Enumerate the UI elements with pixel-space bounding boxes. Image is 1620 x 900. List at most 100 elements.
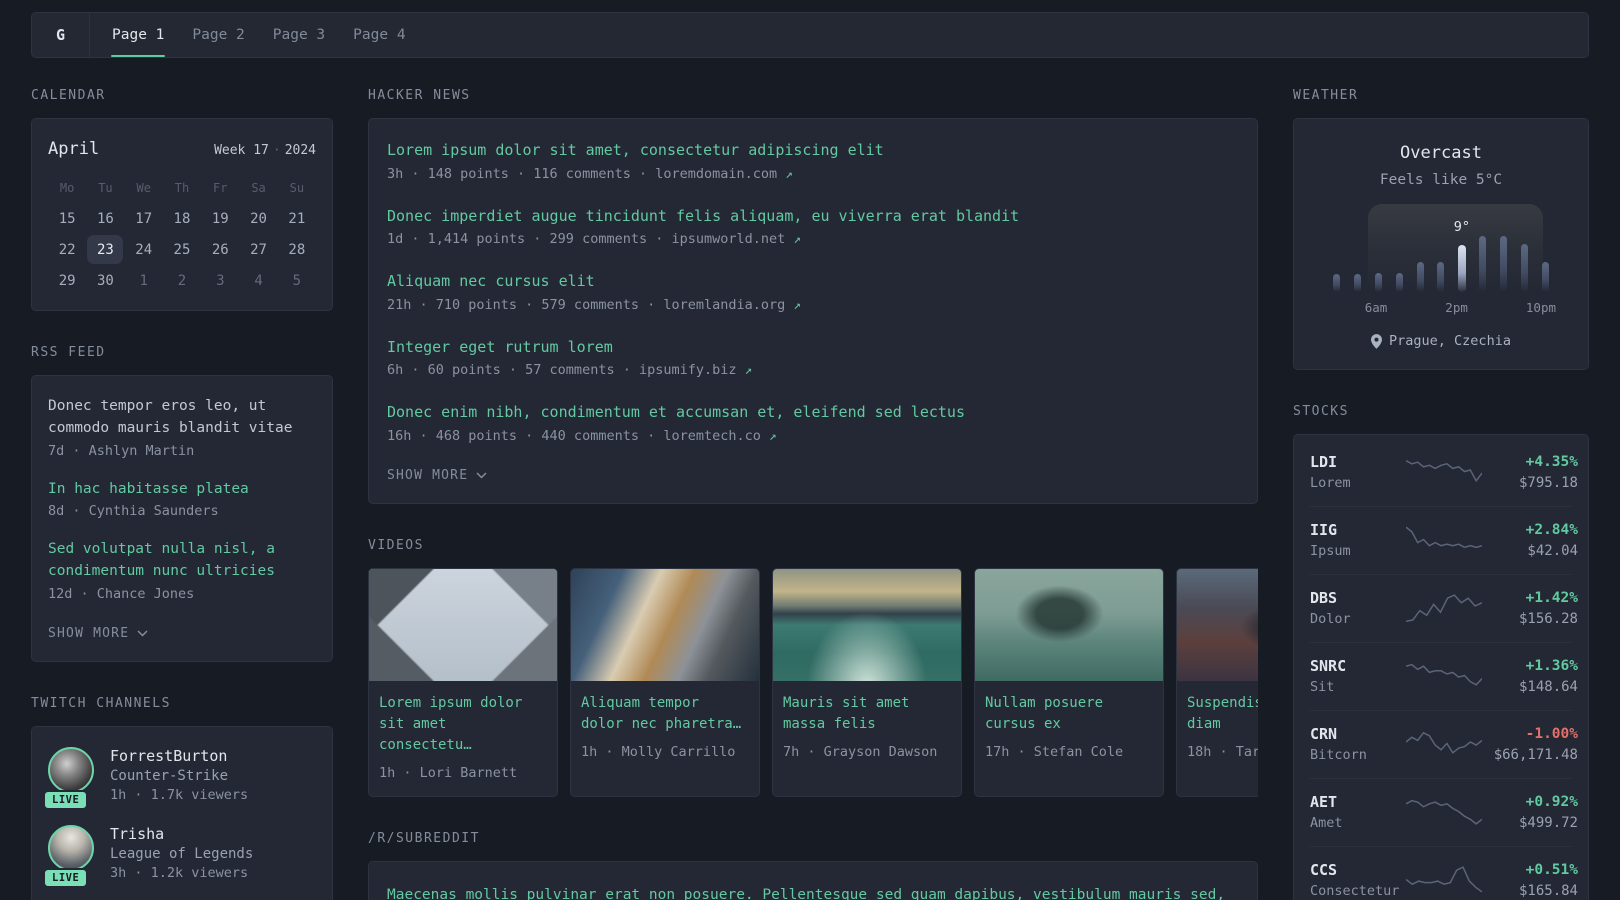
calendar-date: 23	[86, 234, 124, 265]
hn-item-stats: 21h · 710 points · 579 comments ·	[387, 296, 664, 313]
video-thumbnail	[369, 568, 557, 681]
video-card[interactable]: Nullam posuere cursus ex 17h · Stefan Col…	[974, 567, 1164, 797]
stock-row-snrc[interactable]: SNRC Sit +1.36% $148.64	[1310, 642, 1578, 710]
rss-item-title[interactable]: In hac habitasse platea	[48, 479, 316, 501]
video-card[interactable]: Suspendisse diam 18h · Tara	[1176, 567, 1258, 797]
video-meta: 1h · Molly Carrillo	[581, 743, 736, 760]
weather-temp-bar	[1395, 273, 1403, 292]
hn-item-title[interactable]: Lorem ipsum dolor sit amet, consectetur …	[387, 139, 1239, 162]
twitch-channel-meta: 3h · 1.2k viewers	[110, 864, 249, 881]
rss-item-title[interactable]: Sed volutpat nulla nisl, a condimentum n…	[48, 539, 316, 583]
weather-hour-label	[1426, 300, 1445, 315]
tab-label: Page 4	[353, 27, 406, 43]
stock-price: $165.84	[1518, 882, 1578, 899]
top-nav: G Page 1 Page 2 Page 3 Page 4	[31, 12, 1589, 58]
app-logo[interactable]: G	[32, 13, 90, 57]
sparkline-chart	[1406, 594, 1482, 623]
stock-price: $66,171.48	[1493, 746, 1578, 763]
stock-change: +2.84%	[1525, 521, 1578, 538]
page-tabs: Page 1 Page 2 Page 3 Page 4	[98, 13, 420, 57]
hacker-news-panel: Lorem ipsum dolor sit amet, consectetur …	[368, 118, 1258, 504]
stock-symbol: LDI	[1310, 453, 1338, 471]
calendar-date-number: 3	[216, 272, 225, 289]
calendar-date: 17	[125, 203, 163, 234]
rss-show-more-button[interactable]: SHOW MORE	[48, 626, 316, 641]
hn-item-domain-link[interactable]: loremtech.co	[663, 428, 769, 444]
calendar-date: 15	[48, 203, 86, 234]
stock-right: +0.51% $165.84	[1482, 862, 1578, 899]
hn-item-title[interactable]: Donec enim nibh, condimentum et accumsan…	[387, 401, 1239, 424]
twitch-channel-row[interactable]: LIVE ForrestBurton Counter-Strike 1h · 1.7k…	[43, 746, 316, 810]
weather-temp-bar	[1332, 274, 1340, 292]
stock-name: Consectetur	[1310, 883, 1400, 899]
video-card[interactable]: Mauris sit amet massa felis 7h · Grayson …	[772, 567, 962, 797]
rss-item-meta: 8d · Cynthia Saunders	[48, 503, 219, 520]
subreddit-post-title[interactable]: Maecenas mollis pulvinar erat non posuer…	[387, 882, 1239, 900]
stock-row-ldi[interactable]: LDI Lorem +4.35% $795.18	[1310, 439, 1578, 506]
hn-item-domain-link[interactable]: ipsumworld.net	[671, 231, 793, 247]
stock-row-dbs[interactable]: DBS Dolor +1.42% $156.28	[1310, 574, 1578, 642]
hn-item-title[interactable]: Integer eget rutrum lorem	[387, 336, 1239, 359]
stock-row-iig[interactable]: IIG Ipsum +2.84% $42.04	[1310, 506, 1578, 574]
video-card[interactable]: Lorem ipsum dolor sit amet consectetu… 1h…	[368, 567, 558, 797]
dashboard-root: G Page 1 Page 2 Page 3 Page 4 CALENDAR Apri…	[0, 0, 1620, 900]
calendar-header: April Week 17 · 2024	[48, 139, 316, 159]
tab-page-1[interactable]: Page 1	[98, 13, 178, 57]
stock-sparkline	[1406, 862, 1482, 898]
stock-name: Bitcorn	[1310, 747, 1367, 763]
hn-item-meta: 3h · 148 points · 116 comments · loremdo…	[387, 166, 1239, 182]
stock-row-crn[interactable]: CRN Bitcorn -1.00% $66,171.48	[1310, 710, 1578, 778]
columns: CALENDAR April Week 17 · 2024 Mo Tu We Th Fr Sa…	[0, 58, 1620, 900]
stock-change: +0.51%	[1525, 861, 1578, 878]
tab-page-2[interactable]: Page 2	[178, 13, 258, 57]
current-temp-label: 9°	[1453, 219, 1471, 235]
tab-page-3[interactable]: Page 3	[259, 13, 339, 57]
calendar-date: 30	[86, 265, 124, 296]
calendar-date: 27	[239, 234, 277, 265]
hn-item-domain-link[interactable]: ipsumify.biz	[639, 362, 745, 378]
tab-page-4[interactable]: Page 4	[339, 13, 419, 57]
calendar-day-header: Su	[289, 181, 305, 195]
hn-item-title[interactable]: Donec imperdiet augue tincidunt felis al…	[387, 205, 1239, 228]
weather-hour-label	[1345, 300, 1364, 315]
weather-feels-like: Feels like 5°C	[1379, 172, 1503, 188]
external-link-icon: ↗	[769, 427, 777, 443]
calendar-date: 2	[163, 265, 201, 296]
show-more-label: SHOW MORE	[387, 467, 469, 483]
video-title: Aliquam tempor dolor nec pharetra…	[581, 694, 742, 732]
hn-item-title[interactable]: Aliquam nec cursus elit	[387, 270, 1239, 293]
weather-widget-title: WEATHER	[1293, 88, 1359, 103]
twitch-channel-row[interactable]: LIVE Trisha League of Legends 3h · 1.2k vie…	[43, 824, 316, 888]
calendar-date-number: 23	[87, 235, 124, 264]
hn-item-domain-link[interactable]: loremlandia.org	[663, 297, 793, 313]
subreddit-panel: Maecenas mollis pulvinar erat non posuer…	[368, 860, 1258, 900]
hacker-news-widget-title: HACKER NEWS	[368, 88, 471, 103]
hn-item-stats: 1d · 1,414 points · 299 comments ·	[387, 231, 672, 247]
hn-item-meta: 21h · 710 points · 579 comments · loreml…	[387, 297, 1239, 313]
stock-name: Lorem	[1310, 475, 1351, 491]
video-card-row: Lorem ipsum dolor sit amet consectetu… 1h…	[368, 567, 1258, 797]
video-title: Nullam posuere cursus ex	[985, 694, 1104, 732]
video-card[interactable]: Aliquam tempor dolor nec pharetra… 1h · M…	[570, 567, 760, 797]
weather-bar-cell	[1535, 204, 1556, 292]
twitch-channel-name: ForrestBurton	[110, 746, 228, 765]
hacker-news-show-more-button[interactable]: SHOW MORE	[387, 468, 1239, 483]
video-thumbnail	[1177, 568, 1258, 681]
hn-item-meta: 16h · 468 points · 440 comments · loremt…	[387, 428, 1239, 444]
calendar-date-number: 22	[58, 241, 76, 258]
rss-item-title[interactable]: Donec tempor eros leo, ut commodo mauris…	[48, 396, 316, 440]
hn-item-stats: 3h · 148 points · 116 comments ·	[387, 165, 656, 182]
weather-bar-cell	[1431, 204, 1452, 292]
rss-item: Sed volutpat nulla nisl, a condimentum n…	[48, 539, 316, 602]
calendar-month: April	[48, 139, 100, 159]
stock-row-ccs[interactable]: CCS Consectetur +0.51% $165.84	[1310, 846, 1578, 900]
stock-right: +1.42% $156.28	[1482, 590, 1578, 627]
weather-bar-cell	[1368, 204, 1389, 292]
calendar-date: 29	[48, 265, 86, 296]
stock-row-aet[interactable]: AET Amet +0.92% $499.72	[1310, 778, 1578, 846]
hn-item-meta: 6h · 60 points · 57 comments · ipsumify.…	[387, 362, 1239, 378]
calendar-date: 26	[201, 234, 239, 265]
calendar-grid: 15 16 17 18 19 20 21 22 23 24 25 26 27 28 29 30 1 2 3 4 5	[48, 203, 316, 296]
hn-item-domain-link[interactable]: loremdomain.com	[655, 166, 785, 182]
calendar-date: 18	[163, 203, 201, 234]
